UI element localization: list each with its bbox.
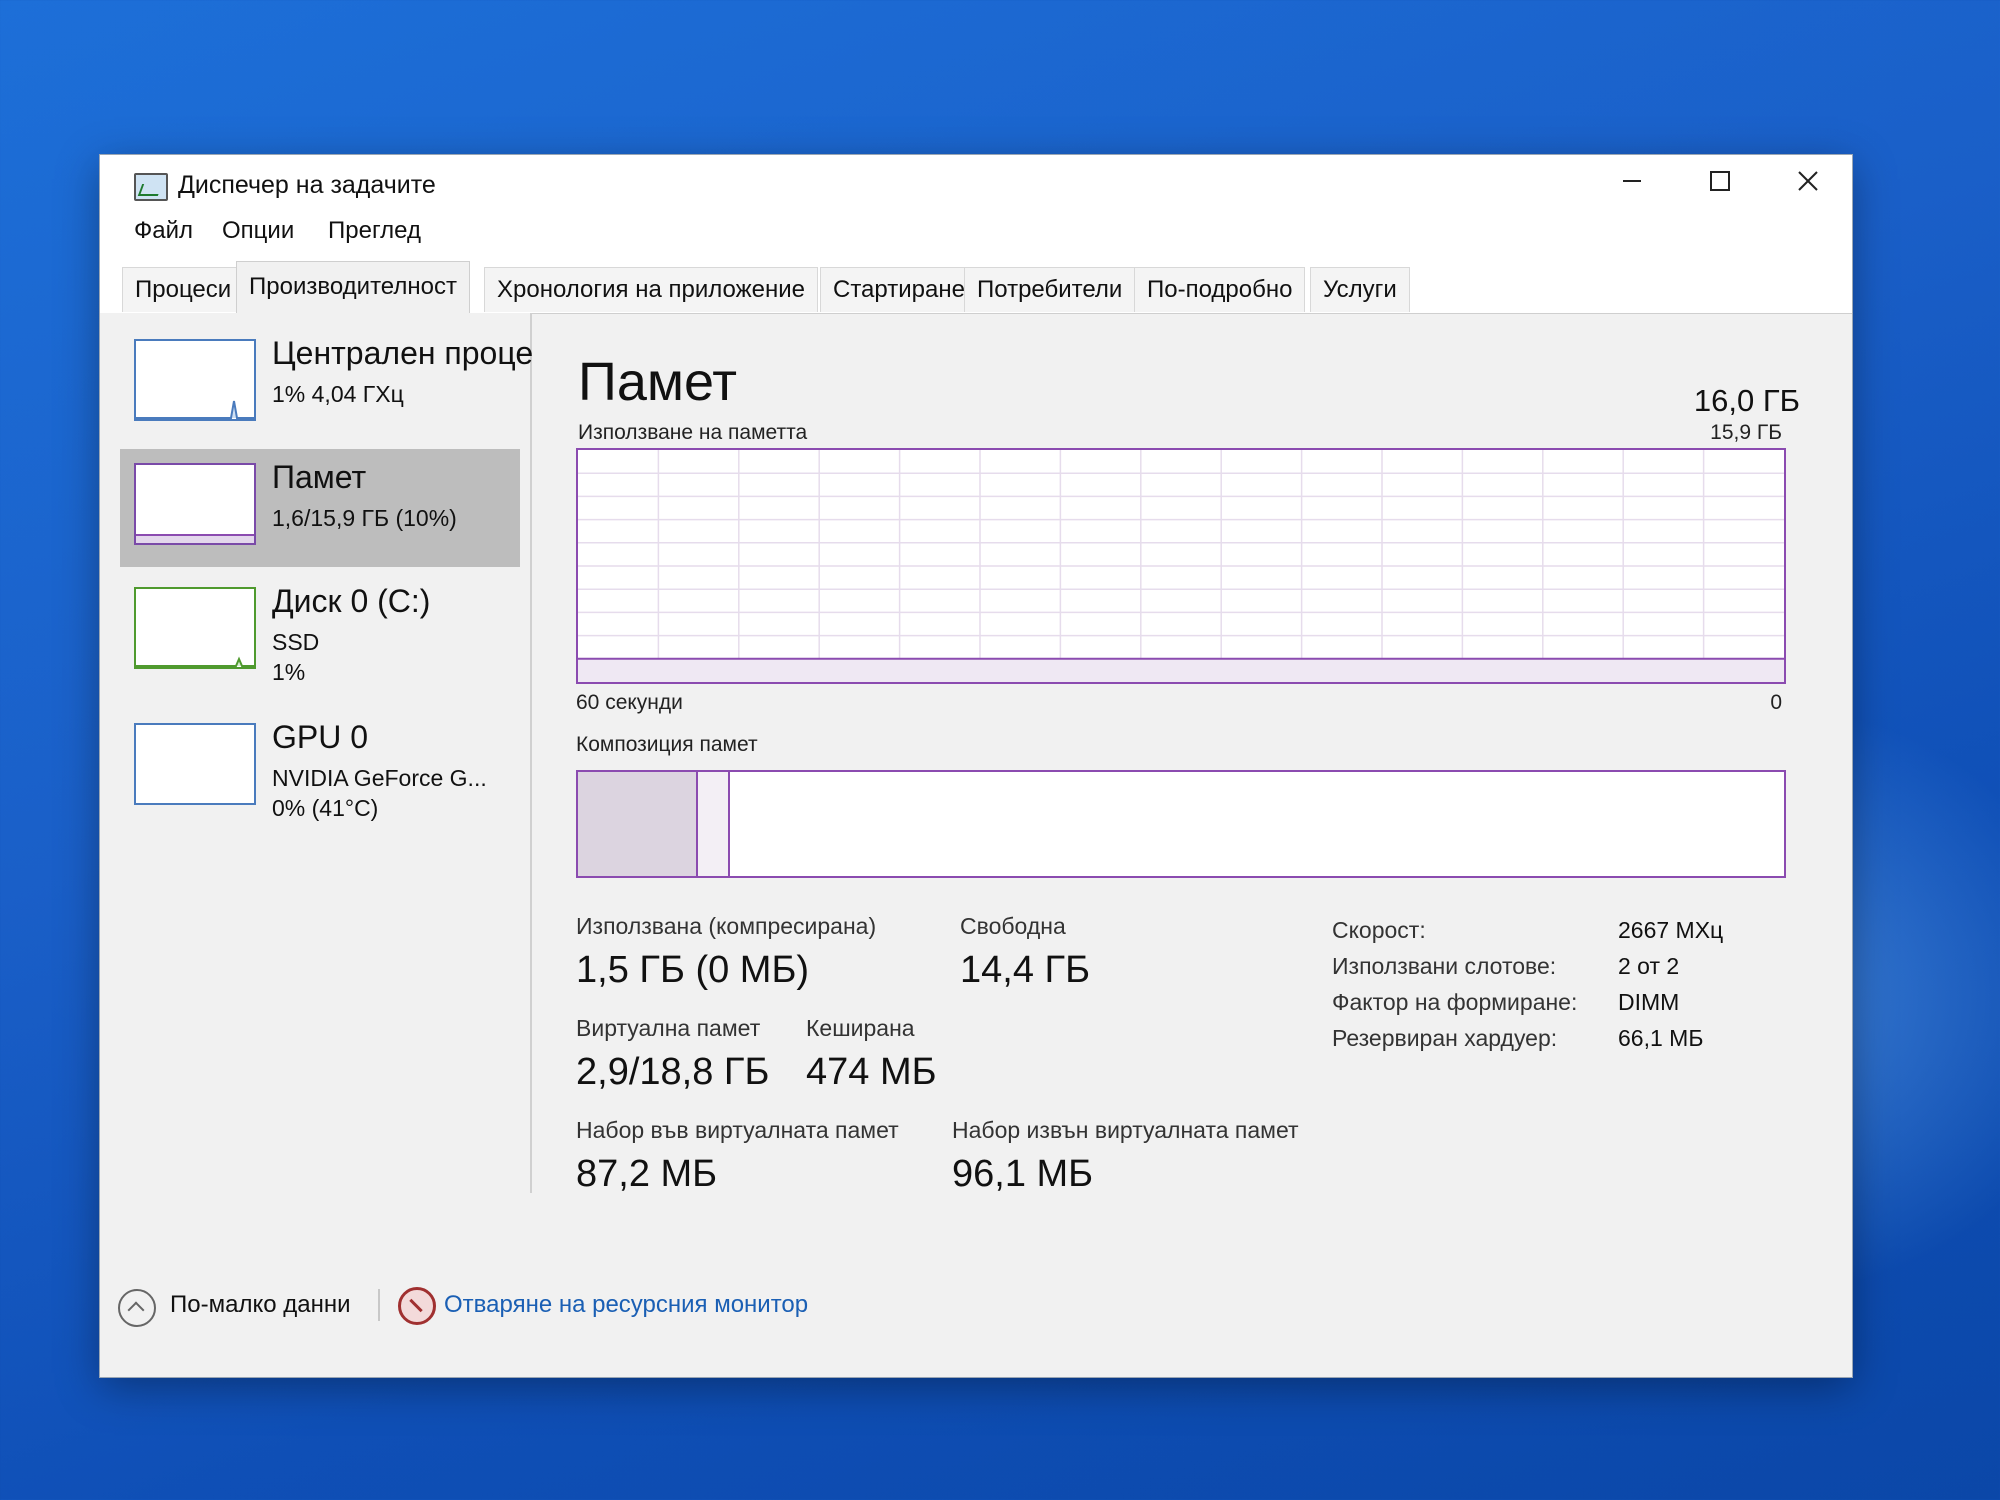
cpu-thumbnail-graph	[134, 339, 256, 421]
composition-label: Композиция памет	[576, 733, 758, 756]
cpu-usage: 1% 4,04 ГХц	[272, 381, 404, 407]
paged-pool-label: Набор във виртуалната памет	[576, 1117, 899, 1143]
memory-mini-graph	[136, 534, 254, 543]
disk-thumbnail-graph	[134, 587, 256, 669]
gpu-name: GPU 0	[272, 719, 369, 755]
gpu-thumbnail-graph	[134, 723, 256, 805]
memory-usage-fill	[578, 658, 1784, 682]
memory-thumbnail-graph	[134, 463, 256, 545]
reserved-label: Резервиран хардуер:	[1332, 1025, 1558, 1051]
sidebar-item-disk[interactable]: Диск 0 (C:) SSD 1%	[120, 573, 520, 705]
memory-details-panel: Памет 16,0 ГБ Използване на паметта 15,9…	[560, 313, 1830, 1195]
composition-in-use[interactable]	[578, 772, 698, 876]
memory-usage: 1,6/15,9 ГБ (10%)	[272, 505, 457, 531]
memory-usage-graph	[576, 448, 1786, 684]
footer-bar: По-малко данни Отваряне на ресурсния мон…	[100, 1273, 1852, 1353]
maximize-icon	[1710, 171, 1730, 191]
memory-composition-bar	[576, 770, 1786, 878]
nonpaged-pool-value: 96,1 МБ	[952, 1153, 1094, 1195]
nonpaged-pool-label: Набор извън виртуалната памет	[952, 1117, 1299, 1143]
memory-usage-svg	[578, 450, 1784, 682]
tab-startup[interactable]: Стартиране	[820, 267, 978, 312]
disk-mini-graph	[136, 656, 254, 667]
usage-graph-label: Използване на паметта	[578, 421, 808, 444]
fewer-details-button[interactable]: По-малко данни	[170, 1291, 351, 1319]
disk-usage: 1%	[272, 659, 306, 685]
menu-options[interactable]: Опции	[222, 217, 294, 245]
task-manager-window: Диспечер на задачите Файл Опции Преглед …	[100, 155, 1852, 1377]
tab-app-history[interactable]: Хронология на приложение	[484, 267, 819, 312]
close-button[interactable]	[1764, 155, 1852, 207]
footer-divider	[378, 1289, 380, 1321]
maximize-button[interactable]	[1676, 155, 1764, 207]
composition-modified[interactable]	[698, 772, 730, 876]
tab-users[interactable]: Потребители	[964, 267, 1136, 312]
minimize-icon	[1623, 180, 1641, 182]
slots-value: 2 от 2	[1618, 953, 1680, 979]
chevron-up-icon[interactable]	[118, 1289, 156, 1327]
sidebar-item-gpu[interactable]: GPU 0 NVIDIA GeForce G... 0% (41°C)	[120, 709, 520, 841]
usage-graph-max: 15,9 ГБ	[1710, 421, 1782, 444]
gpu-model: NVIDIA GeForce G...	[272, 765, 487, 791]
total-memory: 16,0 ГБ	[1693, 383, 1800, 418]
tab-strip: Процеси Производителност Хронология на п…	[100, 255, 1852, 314]
memory-name: Памет	[272, 459, 367, 495]
tab-performance[interactable]: Производителност	[236, 261, 470, 314]
used-label: Използвана (компресирана)	[576, 913, 877, 939]
virtual-value: 2,9/18,8 ГБ	[576, 1051, 770, 1093]
cached-value: 474 МБ	[806, 1051, 937, 1093]
disk-name: Диск 0 (C:)	[272, 583, 431, 619]
page-title: Памет	[578, 352, 737, 412]
reserved-value: 66,1 МБ	[1618, 1025, 1704, 1051]
gpu-usage: 0% (41°C)	[272, 795, 379, 821]
tab-processes[interactable]: Процеси	[122, 267, 245, 312]
window-title: Диспечер на задачите	[178, 171, 436, 199]
time-axis-label: 60 секунди	[576, 691, 683, 714]
speed-label: Скорост:	[1332, 917, 1426, 943]
virtual-label: Виртуална памет	[576, 1015, 761, 1041]
minimize-button[interactable]	[1588, 155, 1676, 207]
menu-view[interactable]: Преглед	[328, 217, 421, 245]
sidebar-item-memory[interactable]: Памет 1,6/15,9 ГБ (10%)	[120, 449, 520, 567]
cpu-mini-graph	[136, 400, 254, 419]
zero-axis-label: 0	[1770, 691, 1782, 714]
disk-type: SSD	[272, 629, 320, 655]
form-factor-label: Фактор на формиране:	[1332, 989, 1578, 1015]
free-value: 14,4 ГБ	[960, 949, 1091, 991]
used-value: 1,5 ГБ (0 МБ)	[576, 949, 810, 991]
free-label: Свободна	[960, 913, 1066, 939]
task-manager-icon	[134, 173, 168, 201]
paged-pool-value: 87,2 МБ	[576, 1153, 718, 1195]
menu-file[interactable]: Файл	[134, 217, 193, 245]
speed-value: 2667 МХц	[1618, 917, 1724, 943]
cpu-name: Централен проце	[272, 335, 534, 371]
close-icon	[1798, 171, 1818, 191]
form-factor-value: DIMM	[1618, 989, 1680, 1015]
open-resource-monitor-link[interactable]: Отваряне на ресурсния монитор	[444, 1291, 808, 1319]
title-bar: Диспечер на задачите	[100, 155, 1852, 207]
resource-monitor-icon[interactable]	[398, 1287, 436, 1325]
sidebar-item-cpu[interactable]: Централен проце 1% 4,04 ГХц	[120, 325, 533, 443]
cached-label: Кеширана	[806, 1015, 915, 1041]
menu-bar: Файл Опции Преглед	[100, 207, 1852, 255]
resource-sidebar: Централен проце 1% 4,04 ГХц Памет 1,6/15…	[100, 313, 533, 1193]
tab-services[interactable]: Услуги	[1310, 267, 1410, 312]
tab-details[interactable]: По-подробно	[1134, 267, 1306, 312]
slots-label: Използвани слотове:	[1332, 953, 1557, 979]
